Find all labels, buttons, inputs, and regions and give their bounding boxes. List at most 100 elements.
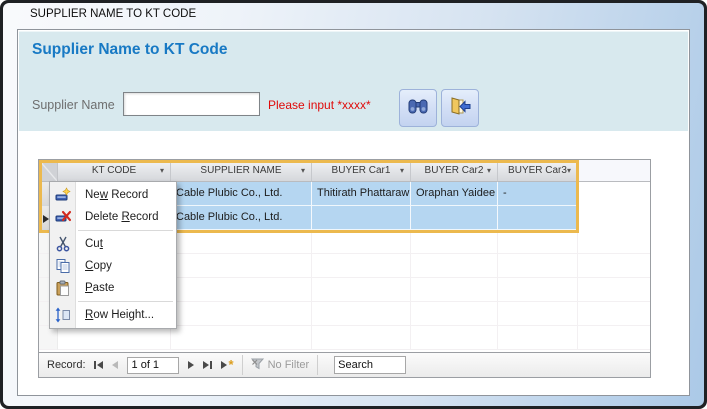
table-cell[interactable] [171,230,312,254]
column-header-label: BUYER Car3 [508,165,567,176]
find-button[interactable] [399,89,437,127]
row-filler [578,326,650,350]
row-filler [578,206,650,230]
table-cell[interactable] [498,278,578,302]
record-label: Record: [47,359,86,371]
table-cell[interactable] [411,326,498,350]
table-cell[interactable]: Thitirath Phattarawut [312,182,411,206]
table-cell[interactable] [411,254,498,278]
last-record-button[interactable] [203,361,212,369]
table-cell[interactable] [411,230,498,254]
previous-record-button[interactable] [112,361,118,369]
binoculars-icon [407,97,429,120]
menu-item-label: Delete Record [85,211,159,223]
delete-record-icon [50,209,76,225]
empty-row [39,326,650,350]
new-record-icon [221,361,227,369]
form-window: Supplier Name to KT Code Supplier Name P… [17,29,690,396]
column-header-label: BUYER Car1 [332,165,391,176]
row-filler [578,302,650,326]
datasheet-header-row: KT CODE▾SUPPLIER NAME▾BUYER Car1▾BUYER C… [39,160,650,182]
paste-icon [50,280,76,296]
first-record-button[interactable] [94,361,103,369]
column-dropdown-icon[interactable]: ▾ [160,167,164,175]
record-position-box[interactable]: 1 of 1 [127,357,179,374]
menu-separator [78,301,173,302]
next-record-button[interactable] [188,361,194,369]
header-filler [578,160,650,182]
menu-item-row-height[interactable]: Row Height... [50,304,176,326]
table-cell[interactable] [171,302,312,326]
column-dropdown-icon[interactable]: ▾ [301,167,305,175]
table-cell[interactable]: Cable Plubic Co., Ltd. [171,206,312,230]
column-header-buyer-car3[interactable]: BUYER Car3▾ [498,160,578,182]
table-cell[interactable] [411,206,498,230]
new-record-button[interactable]: * [221,361,234,369]
search-input[interactable] [334,356,406,374]
row-filler [578,230,650,254]
next-record-icon [188,361,194,369]
table-cell[interactable] [312,230,411,254]
previous-record-icon [112,361,118,369]
page-title: Supplier Name to KT Code [32,41,228,59]
supplier-name-input[interactable] [123,92,260,116]
menu-item-new-record[interactable]: New Record [50,184,176,206]
table-cell[interactable] [498,206,578,230]
menu-item-label: Row Height... [85,309,154,321]
cut-icon [50,236,76,252]
menu-separator [78,230,173,231]
table-cell[interactable] [312,206,411,230]
table-cell[interactable] [498,254,578,278]
column-header-kt-code[interactable]: KT CODE ▾ [58,160,171,182]
table-cell[interactable]: Oraphan Yaidee [411,182,498,206]
table-cell[interactable] [312,254,411,278]
table-cell[interactable] [498,230,578,254]
table-cell[interactable] [498,302,578,326]
row-selector[interactable] [39,326,58,350]
table-cell[interactable] [312,302,411,326]
table-cell[interactable] [312,326,411,350]
no-filter-button[interactable]: No Filter [251,358,310,373]
menu-item-label: Copy [85,260,112,272]
column-dropdown-icon[interactable]: ▾ [487,167,491,175]
menu-item-copy[interactable]: Copy [50,255,176,277]
column-dropdown-icon[interactable]: ▾ [400,167,404,175]
table-cell[interactable] [171,278,312,302]
column-header-label: BUYER Car2 [425,165,484,176]
record-navigation-bar: Record: 1 of 1 * [38,352,651,378]
column-header-label: SUPPLIER NAME [200,165,281,176]
table-cell[interactable] [58,326,171,350]
new-record-icon [50,187,76,203]
form-header-panel: Supplier Name to KT Code Supplier Name P… [19,31,688,131]
table-cell[interactable] [411,302,498,326]
select-all-corner[interactable] [39,160,58,182]
exit-button[interactable] [441,89,479,127]
copy-icon [50,258,76,274]
menu-item-paste[interactable]: Paste [50,277,176,299]
menu-item-delete-record[interactable]: Delete Record [50,206,176,228]
first-record-icon [94,361,96,369]
table-cell[interactable] [498,326,578,350]
no-filter-label: No Filter [268,359,310,371]
table-cell[interactable]: - [498,182,578,206]
column-header-buyer-car2[interactable]: BUYER Car2▾ [411,160,498,182]
table-cell[interactable] [171,326,312,350]
column-header-label: KT CODE [92,165,136,176]
column-dropdown-icon[interactable]: ▾ [567,167,571,175]
last-record-icon [203,361,209,369]
menu-item-cut[interactable]: Cut [50,233,176,255]
column-header-buyer-car1[interactable]: BUYER Car1 ▾ [312,160,411,182]
row-height-icon [50,307,76,323]
table-cell[interactable]: Cable Plubic Co., Ltd. [171,182,312,206]
exit-door-icon [448,96,472,121]
row-filler [578,278,650,302]
table-cell[interactable] [171,254,312,278]
window-title: SUPPLIER NAME TO KT CODE [30,8,196,20]
row-filler [578,182,650,206]
table-cell[interactable] [312,278,411,302]
input-hint-text: Please input *xxxx* [268,98,371,112]
nav-separator [242,355,243,375]
table-cell[interactable] [411,278,498,302]
column-header-supplier-name[interactable]: SUPPLIER NAME ▾ [171,160,312,182]
menu-item-label: New Record [85,189,148,201]
